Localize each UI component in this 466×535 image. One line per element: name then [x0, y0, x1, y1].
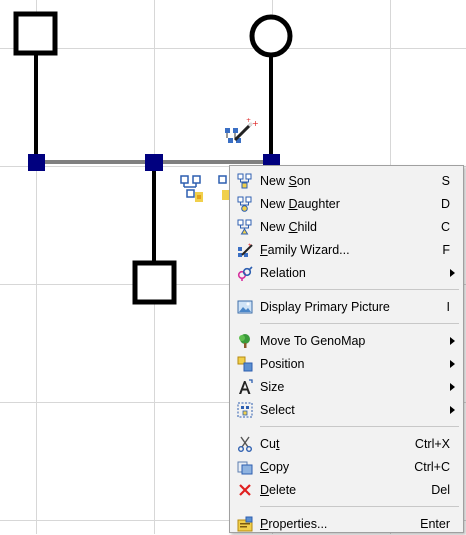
genomap-tree-icon: [236, 332, 254, 350]
submenu-arrow-icon: [450, 383, 455, 391]
scissors-icon: [236, 435, 254, 453]
menu-separator: [260, 506, 459, 507]
menu-separator: [260, 426, 459, 427]
relation-icon: [236, 264, 254, 282]
menu-item-size[interactable]: Size: [230, 375, 463, 398]
new-son-icon: [236, 172, 254, 190]
menu-item-new-son[interactable]: New Son S: [230, 169, 463, 192]
delete-x-icon: [236, 481, 254, 499]
menu-separator: [260, 289, 459, 290]
menu-item-delete[interactable]: Delete Del: [230, 478, 463, 501]
submenu-arrow-icon: [450, 337, 455, 345]
menu-item-relation[interactable]: Relation: [230, 261, 463, 284]
menu-shortcut: D: [440, 196, 450, 211]
selection-handle-middle[interactable]: [145, 154, 163, 171]
position-icon: [236, 355, 254, 373]
menu-shortcut: Enter: [420, 516, 450, 531]
submenu-arrow-icon: [450, 269, 455, 277]
female-symbol-mother[interactable]: [249, 14, 293, 58]
menu-item-properties[interactable]: Properties... Enter: [230, 512, 463, 535]
svg-text:+: +: [246, 117, 251, 124]
menu-shortcut: Del: [431, 482, 450, 497]
menu-item-position[interactable]: Position: [230, 352, 463, 375]
menu-item-family-wizard[interactable]: + Family Wizard... F: [230, 238, 463, 261]
menu-shortcut: Ctrl+X: [414, 436, 450, 451]
menu-item-new-child[interactable]: New Child C: [230, 215, 463, 238]
menu-shortcut: F: [442, 242, 450, 257]
family-wizard-icon: +: [236, 241, 254, 259]
selection-handle-left[interactable]: [28, 154, 45, 171]
family-wizard-icon[interactable]: + +: [225, 117, 259, 143]
new-child-canvas-icon[interactable]: [180, 175, 203, 202]
new-daughter-icon: [236, 195, 254, 213]
menu-shortcut: C: [440, 219, 450, 234]
size-icon: [236, 378, 254, 396]
menu-item-select[interactable]: Select: [230, 398, 463, 421]
menu-separator: [260, 323, 459, 324]
new-child-icon: [236, 218, 254, 236]
svg-text:+: +: [252, 119, 259, 128]
copy-icon: [236, 458, 254, 476]
menu-item-move-to-genomap[interactable]: Move To GenoMap: [230, 329, 463, 352]
submenu-arrow-icon: [450, 360, 455, 368]
menu-shortcut: I: [446, 299, 450, 314]
menu-shortcut: S: [441, 173, 450, 188]
menu-item-cut[interactable]: Cut Ctrl+X: [230, 432, 463, 455]
display-picture-icon: [236, 298, 254, 316]
context-menu: New Son S New Daughter D New Child C + F…: [229, 165, 464, 533]
menu-item-copy[interactable]: Copy Ctrl+C: [230, 455, 463, 478]
svg-text:+: +: [248, 243, 252, 249]
male-symbol-father[interactable]: [13, 11, 58, 56]
menu-shortcut: Ctrl+C: [414, 459, 450, 474]
submenu-arrow-icon: [450, 406, 455, 414]
genogram-canvas[interactable]: + + New Son S New Daughter D New Child C…: [0, 0, 466, 534]
male-symbol-child[interactable]: [132, 260, 177, 305]
menu-item-new-daughter[interactable]: New Daughter D: [230, 192, 463, 215]
properties-icon: [236, 515, 254, 533]
menu-item-display-primary-picture[interactable]: Display Primary Picture I: [230, 295, 463, 318]
select-icon: [236, 401, 254, 419]
new-child-canvas-icon-partial[interactable]: [218, 175, 229, 200]
